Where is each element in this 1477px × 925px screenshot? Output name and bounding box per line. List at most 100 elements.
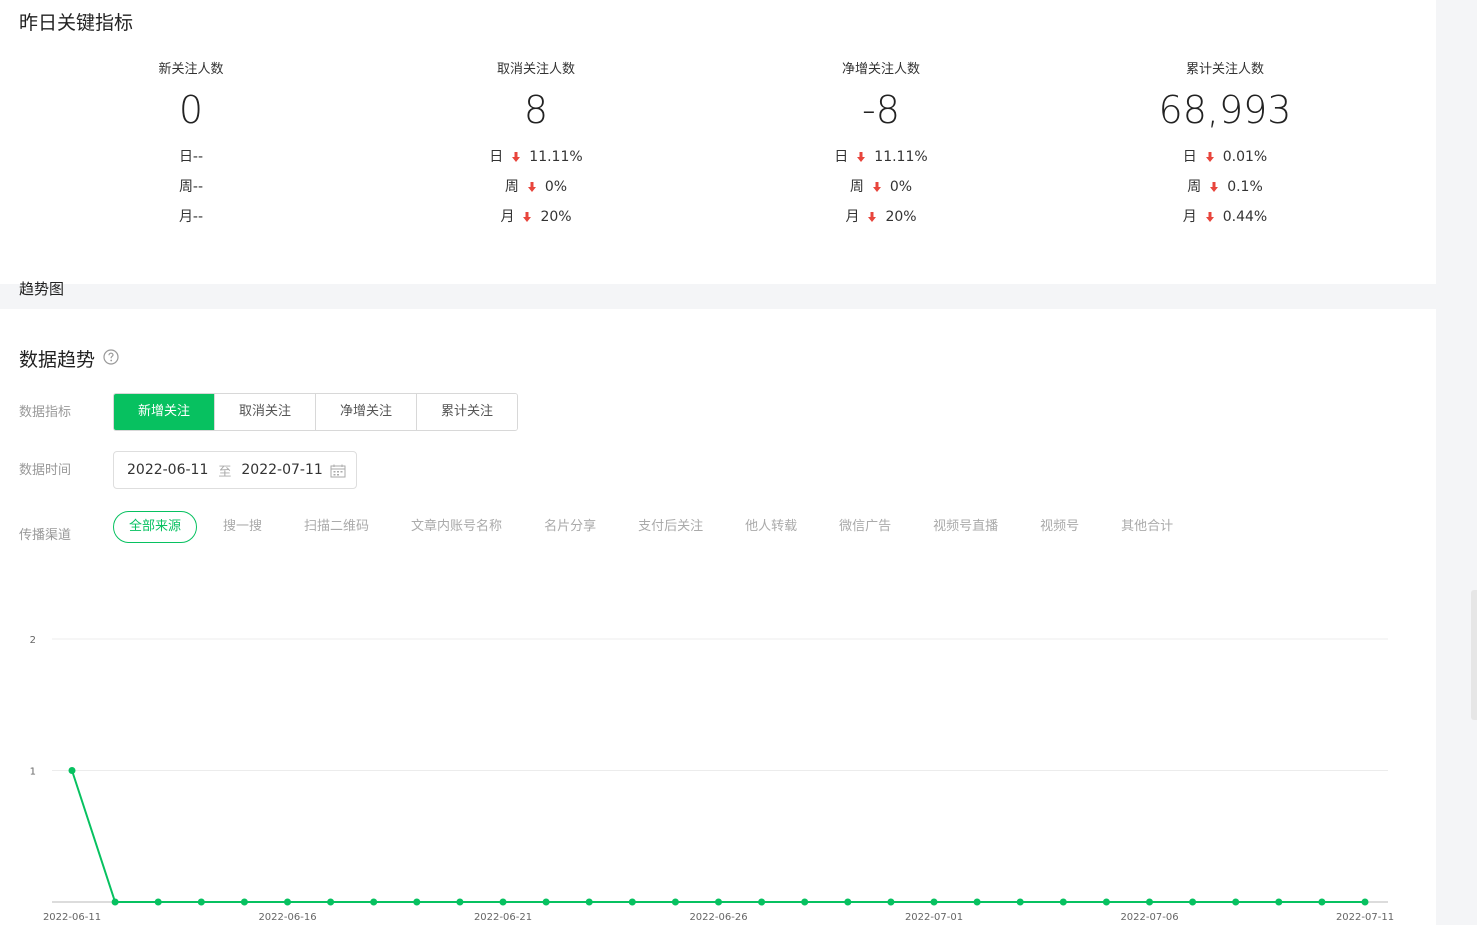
trend-chart: 1 2 2022-06-11 2022-06-16 2022-06-21 2022-06-…	[30, 635, 1394, 923]
data-point[interactable]	[628, 898, 636, 906]
kpi-change-row: 月 20%	[731, 202, 1031, 232]
data-point[interactable]	[1016, 898, 1024, 906]
key-metrics-title: 昨日关键指标	[19, 12, 134, 34]
kpi-change-rows: 日-- 周-- 月--	[41, 142, 341, 232]
change-percent: 0.1%	[1227, 179, 1263, 195]
data-point[interactable]	[973, 898, 981, 906]
change-period: 日--	[178, 149, 204, 165]
x-tick-label: 2022-06-21	[474, 912, 532, 923]
data-point[interactable]	[930, 898, 938, 906]
change-percent: 0.01%	[1222, 149, 1268, 165]
kpi-change-row: 周--	[41, 172, 341, 202]
data-point[interactable]	[585, 898, 593, 906]
data-point[interactable]	[758, 898, 766, 906]
data-point[interactable]	[68, 767, 76, 774]
data-point[interactable]	[499, 898, 507, 906]
kpi-block: 新关注人数 0 日-- 周-- 月--	[41, 60, 341, 232]
change-percent: 20%	[540, 209, 572, 225]
data-point[interactable]	[154, 898, 162, 906]
change-period: 月	[1182, 209, 1197, 225]
data-point[interactable]	[197, 898, 205, 906]
kpi-value: 8	[523, 88, 549, 132]
kpi-block: 净增关注人数 -8 日 11.11% 周 0% 月 20%	[731, 60, 1031, 232]
change-percent: 0%	[544, 179, 568, 195]
change-period: 日	[489, 149, 504, 165]
data-point[interactable]	[1318, 898, 1326, 906]
x-tick-label: 2022-06-11	[43, 912, 101, 923]
data-point[interactable]	[1102, 898, 1110, 906]
change-period: 月--	[178, 209, 204, 225]
data-point[interactable]	[1361, 898, 1369, 906]
data-point[interactable]	[844, 898, 852, 906]
change-percent: 11.11%	[874, 149, 928, 165]
side-scroll-handle[interactable]	[1471, 590, 1477, 720]
chart-title: 趋势图	[19, 280, 65, 298]
arrow-down-icon	[1205, 152, 1214, 162]
change-period: 日	[834, 149, 849, 165]
arrow-down-icon	[523, 212, 532, 222]
change-period: 月	[500, 209, 515, 225]
x-tick-label: 2022-07-01	[905, 912, 963, 923]
kpi-change-row: 周 0.1%	[1075, 172, 1375, 202]
arrow-down-icon	[512, 152, 521, 162]
arrow-down-icon	[1205, 212, 1214, 222]
data-point[interactable]	[370, 898, 378, 906]
change-percent: 20%	[885, 209, 917, 225]
kpi-change-rows: 日 0.01% 周 0.1% 月 0.44%	[1075, 142, 1375, 232]
kpi-value: 68,993	[1158, 88, 1292, 132]
kpi-label: 新关注人数	[158, 62, 224, 77]
data-point[interactable]	[801, 898, 809, 906]
change-period: 周	[849, 179, 864, 195]
change-period: 月	[845, 209, 860, 225]
data-point[interactable]	[1059, 898, 1067, 906]
change-period: 周	[504, 179, 519, 195]
x-tick-label: 2022-07-11	[1336, 912, 1394, 923]
key-metrics-card: 昨日关键指标 新关注人数 0 日-- 周-- 月-- 取消关注人数 8 日 11.11% 周 0% 月…	[0, 0, 1436, 284]
data-point[interactable]	[1232, 898, 1240, 906]
change-period: 周--	[178, 179, 204, 195]
data-point[interactable]	[887, 898, 895, 906]
arrow-down-icon	[857, 152, 866, 162]
x-tick-label: 2022-07-06	[1120, 912, 1178, 923]
data-point[interactable]	[1189, 898, 1197, 906]
arrow-down-icon	[868, 212, 877, 222]
y-tick-label: 1	[30, 767, 36, 778]
arrow-down-icon	[527, 182, 536, 192]
kpi-label: 净增关注人数	[841, 62, 920, 77]
kpi-change-row: 月 20%	[386, 202, 686, 232]
arrow-down-icon	[1210, 182, 1219, 192]
data-point[interactable]	[111, 898, 119, 906]
series-line	[71, 770, 1365, 903]
arrow-down-icon	[872, 182, 881, 192]
kpi-change-rows: 日 11.11% 周 0% 月 20%	[731, 142, 1031, 232]
data-point[interactable]	[1275, 898, 1283, 906]
x-tick-label: 2022-06-26	[689, 912, 747, 923]
data-point[interactable]	[456, 898, 464, 906]
kpi-label: 取消关注人数	[496, 62, 575, 77]
kpi-change-rows: 日 11.11% 周 0% 月 20%	[386, 142, 686, 232]
kpi-change-row: 日 0.01%	[1075, 142, 1375, 172]
kpi-change-row: 日 11.11%	[731, 142, 1031, 172]
kpi-value: -8	[862, 88, 900, 132]
kpi-block: 累计关注人数 68,993 日 0.01% 周 0.1% 月 0.44%	[1075, 60, 1375, 232]
change-percent: 0.44%	[1222, 209, 1268, 225]
data-point[interactable]	[327, 898, 335, 906]
kpi-label: 累计关注人数	[1185, 62, 1264, 77]
data-point[interactable]	[542, 898, 550, 906]
data-point[interactable]	[413, 898, 421, 906]
y-tick-label: 2	[30, 635, 36, 646]
kpi-value: 0	[178, 88, 204, 132]
data-point[interactable]	[284, 898, 291, 906]
change-percent: 0%	[889, 179, 913, 195]
data-point[interactable]	[1146, 898, 1153, 906]
kpi-change-row: 周 0%	[386, 172, 686, 202]
kpi-change-row: 月--	[41, 202, 341, 232]
kpi-change-row: 周 0%	[731, 172, 1031, 202]
data-point[interactable]	[240, 898, 248, 906]
change-percent: 11.11%	[529, 149, 583, 165]
change-period: 日	[1182, 149, 1197, 165]
data-point[interactable]	[715, 898, 722, 906]
kpi-change-row: 月 0.44%	[1075, 202, 1375, 232]
data-point[interactable]	[671, 898, 679, 906]
kpi-block: 取消关注人数 8 日 11.11% 周 0% 月 20%	[386, 60, 686, 232]
